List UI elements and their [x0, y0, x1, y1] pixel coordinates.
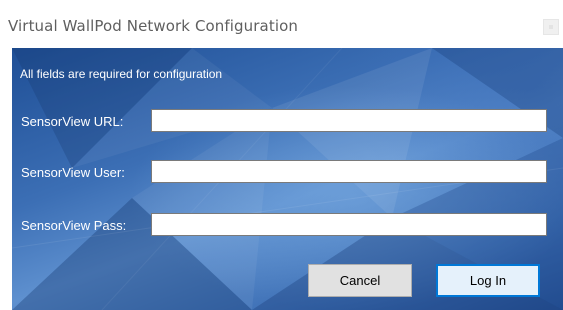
window-title: Virtual WallPod Network Configuration	[8, 17, 298, 35]
close-icon[interactable]	[543, 19, 559, 35]
login-button[interactable]: Log In	[436, 264, 540, 297]
cancel-button[interactable]: Cancel	[308, 264, 412, 297]
info-text: All fields are required for configuratio…	[20, 67, 223, 81]
user-field[interactable]	[151, 160, 547, 183]
dialog-window: Virtual WallPod Network Configuration Al…	[0, 0, 563, 310]
pass-field[interactable]	[151, 213, 547, 236]
form-panel: All fields are required for configuratio…	[12, 48, 563, 310]
user-label: SensorView User:	[21, 165, 125, 180]
title-bar[interactable]: Virtual WallPod Network Configuration	[0, 0, 563, 48]
url-label: SensorView URL:	[21, 114, 124, 129]
pass-label: SensorView Pass:	[21, 218, 127, 233]
url-field[interactable]	[151, 109, 547, 132]
